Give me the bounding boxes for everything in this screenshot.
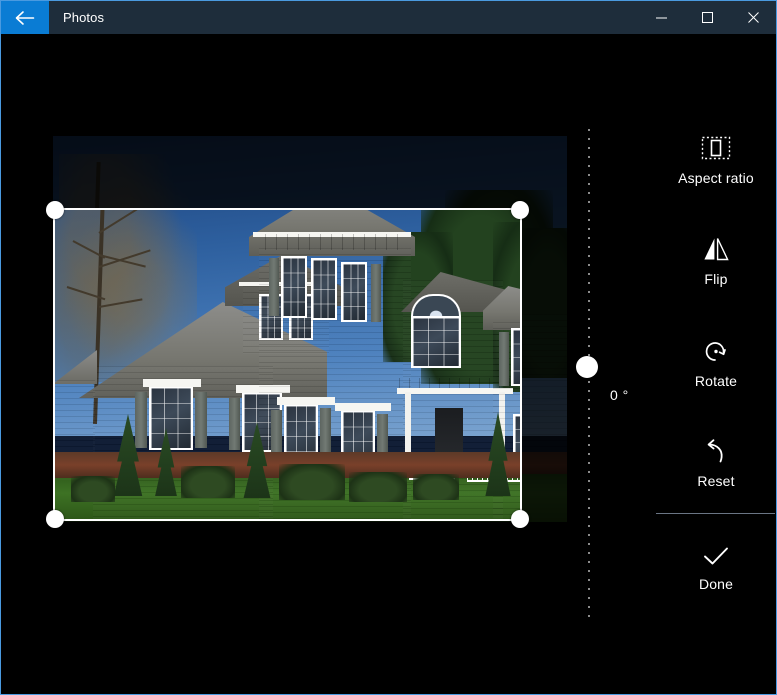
minimize-icon: [655, 11, 668, 24]
rotate-button[interactable]: Rotate: [656, 333, 776, 389]
aspect-ratio-label: Aspect ratio: [678, 170, 754, 186]
close-icon: [747, 11, 760, 24]
reset-button[interactable]: Reset: [656, 433, 776, 489]
crop-region[interactable]: [53, 208, 522, 521]
maximize-icon: [701, 11, 714, 24]
done-label: Done: [698, 576, 734, 592]
app-title: Photos: [63, 10, 105, 25]
rotate-label: Rotate: [694, 373, 738, 389]
checkmark-icon: [701, 536, 731, 568]
reset-label: Reset: [697, 473, 735, 489]
aspect-ratio-button[interactable]: Aspect ratio: [656, 130, 776, 186]
editor-workspace: 0 ° Aspect ratio Flip Rotate Reset Done: [2, 34, 776, 694]
title-bar: Photos: [1, 1, 776, 34]
reset-icon: [702, 433, 730, 465]
rotation-slider[interactable]: [576, 129, 598, 619]
flip-button[interactable]: Flip: [656, 231, 776, 287]
tool-rail: Aspect ratio Flip Rotate Reset Done: [656, 34, 776, 694]
flip-label: Flip: [704, 271, 728, 287]
photo-canvas[interactable]: [53, 136, 567, 522]
rail-separator: [656, 513, 775, 514]
rotation-slider-thumb[interactable]: [576, 356, 598, 378]
crop-handle-top-right[interactable]: [511, 201, 529, 219]
minimize-button[interactable]: [638, 1, 684, 34]
photo-image: [53, 208, 522, 521]
done-button[interactable]: Done: [656, 536, 776, 592]
crop-handle-top-left[interactable]: [46, 201, 64, 219]
arrow-left-icon: [14, 10, 36, 26]
rotate-icon: [702, 333, 730, 365]
photos-window: Photos 0 ° Aspect ratio Flip Rotate Rese…: [0, 0, 777, 695]
maximize-button[interactable]: [684, 1, 730, 34]
flip-icon: [701, 231, 731, 263]
rotation-value-label: 0 °: [610, 387, 629, 403]
crop-handle-bottom-left[interactable]: [46, 510, 64, 528]
crop-handle-bottom-right[interactable]: [511, 510, 529, 528]
back-button[interactable]: [1, 1, 49, 34]
close-button[interactable]: [730, 1, 776, 34]
aspect-ratio-icon: [700, 130, 732, 162]
